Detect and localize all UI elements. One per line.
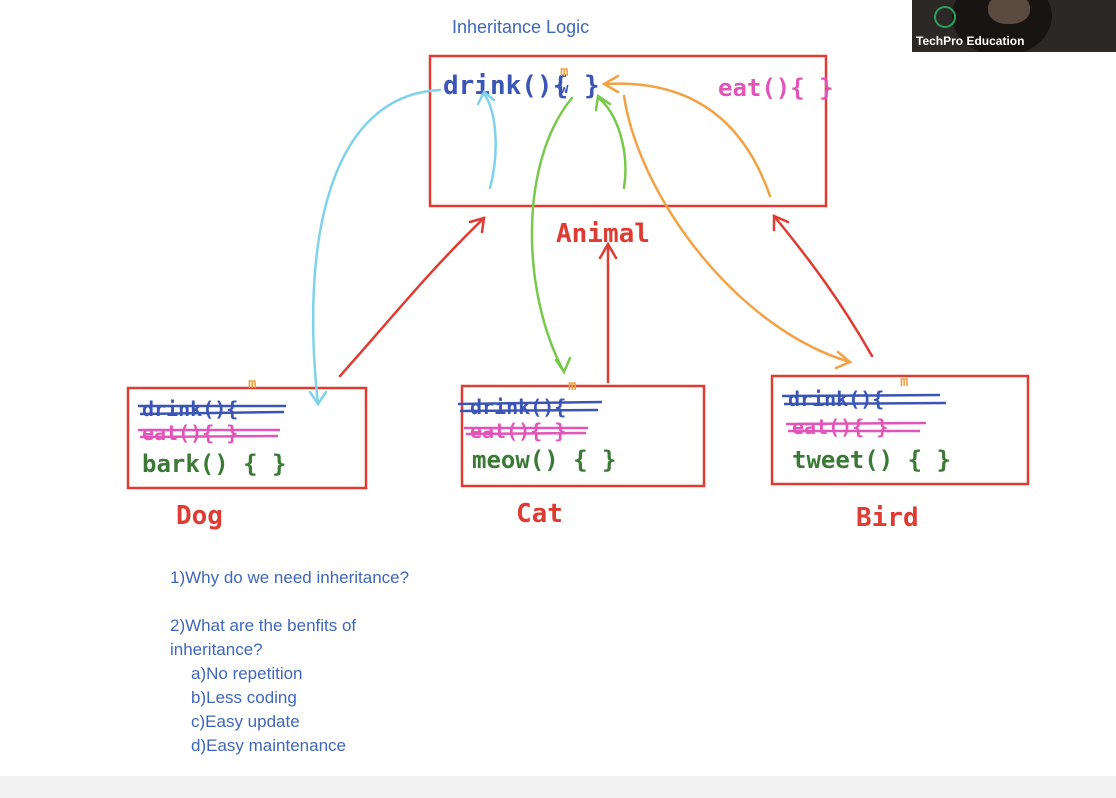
video-thumbnail[interactable]: TechPro Education	[912, 0, 1116, 52]
strike-line	[783, 401, 947, 406]
bird-inherited-eat: eat(){ }	[792, 415, 888, 439]
benefit-item: b)Less coding	[191, 688, 297, 707]
strike-line	[781, 393, 941, 398]
cat-mark: m	[568, 378, 576, 394]
cat-label: Cat	[516, 499, 563, 529]
dog-to-drink-arrow	[482, 92, 497, 190]
cat-to-drink-arrow	[596, 96, 627, 190]
strike-line	[139, 434, 279, 439]
dog-drink-arrows	[308, 88, 497, 407]
dog-label: Dog	[176, 501, 223, 531]
benefit-item: c)Easy update	[191, 712, 300, 731]
bird-mark: m	[900, 374, 908, 390]
strike-line	[465, 431, 587, 436]
presenter-face	[988, 0, 1030, 24]
whiteboard: drink(){ m w } eat(){ } Animal m drink()…	[126, 54, 1030, 533]
animal-label: Animal	[556, 219, 650, 249]
cat-own-method: meow() { }	[472, 446, 617, 474]
bird-inherited-drink: drink(){	[788, 387, 884, 411]
slide: { "title": "Inheritance Logic", "parent"…	[0, 0, 1116, 798]
animal-drink-method: drink(){	[443, 71, 568, 101]
question-2-line-1: 2)What are the benfits of	[170, 616, 357, 635]
question-2-line-2: inheritance?	[170, 640, 263, 659]
cat-inherited-eat: eat(){ }	[470, 419, 566, 443]
bird-label: Bird	[856, 503, 919, 533]
dog-to-animal-arrow	[338, 216, 486, 378]
notes: 1)Why do we need inheritance? 2)What are…	[170, 566, 409, 758]
dog-inherited-drink: drink(){	[142, 397, 238, 421]
dog-own-method: bark() { }	[142, 450, 287, 478]
dog-inherited-eat: eat(){ }	[142, 421, 238, 445]
strike-line	[785, 421, 927, 426]
animal-eat-method: eat(){ }	[718, 74, 834, 102]
benefit-item: a)No repetition	[191, 664, 303, 683]
animal-drink-mark-m: m	[560, 64, 568, 80]
cat-inherited-drink: drink(){	[470, 395, 566, 419]
drink-to-dog-arrow	[311, 88, 442, 406]
dog-mark: m	[248, 376, 256, 392]
video-label: TechPro Education	[916, 34, 1025, 48]
strike-line	[459, 408, 599, 413]
question-1: 1)Why do we need inheritance?	[170, 568, 410, 587]
animal-drink-mark-w: w	[560, 81, 569, 97]
benefit-item: d)Easy maintenance	[191, 736, 346, 755]
logo-icon	[934, 6, 956, 28]
bird-own-method: tweet() { }	[792, 446, 951, 474]
